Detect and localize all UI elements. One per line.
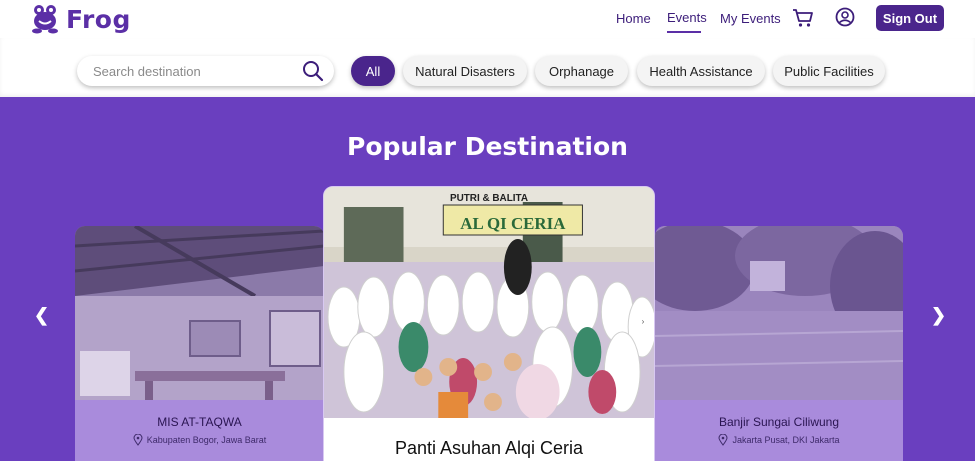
carousel-prev-button[interactable]: ❮ bbox=[34, 305, 49, 326]
brand-logo[interactable]: Frog bbox=[31, 4, 131, 34]
popular-destination-section: Popular Destination ❮ ❯ MIS AT-TAQWA Kab… bbox=[0, 97, 975, 461]
section-title: Popular Destination bbox=[347, 132, 628, 161]
frog-logo-icon bbox=[32, 5, 58, 34]
sign-text: AL QI CERIA bbox=[460, 214, 566, 233]
search-icon[interactable] bbox=[302, 60, 324, 82]
location-pin-icon bbox=[133, 434, 143, 446]
search-box[interactable] bbox=[77, 56, 334, 86]
carousel-next-button[interactable]: ❯ bbox=[931, 305, 946, 326]
search-input[interactable] bbox=[93, 62, 293, 80]
nav-home-link[interactable]: Home bbox=[616, 11, 651, 26]
card-image-orphanage: PUTRI & BALITA AL QI CERIA bbox=[324, 187, 654, 418]
card-location: Kabupaten Bogor, Jawa Barat bbox=[75, 434, 324, 446]
top-navbar: Frog Home Events My Events Sign Out bbox=[0, 0, 975, 38]
card-image-flood bbox=[655, 226, 903, 400]
user-icon[interactable] bbox=[835, 7, 855, 27]
sign-out-button[interactable]: Sign Out bbox=[876, 5, 944, 31]
brand-name: Frog bbox=[66, 4, 131, 34]
card-title: MIS AT-TAQWA bbox=[157, 415, 242, 429]
sign-text-top: PUTRI & BALITA bbox=[450, 193, 528, 204]
destination-card-featured[interactable]: PUTRI & BALITA AL QI CERIA › Panti Asuha… bbox=[323, 186, 655, 461]
destination-card[interactable]: Banjir Sungai Ciliwung Jakarta Pusat, DK… bbox=[655, 226, 903, 461]
card-location-text: Kabupaten Bogor, Jawa Barat bbox=[146, 435, 267, 445]
card-image-classroom bbox=[75, 226, 324, 400]
image-next-arrow[interactable]: › bbox=[637, 315, 649, 327]
nav-events-link[interactable]: Events bbox=[667, 10, 707, 25]
location-pin-icon bbox=[718, 434, 728, 446]
card-location-text: Jakarta Pusat, DKI Jakarta bbox=[732, 435, 840, 445]
card-location: Jakarta Pusat, DKI Jakarta bbox=[655, 434, 903, 446]
filter-chip-public-facilities[interactable]: Public Facilities bbox=[773, 56, 885, 86]
filter-chip-natural-disasters[interactable]: Natural Disasters bbox=[403, 56, 527, 86]
destination-card[interactable]: MIS AT-TAQWA Kabupaten Bogor, Jawa Barat bbox=[75, 226, 324, 461]
filter-bar: All Natural Disasters Orphanage Health A… bbox=[0, 38, 975, 97]
cart-icon[interactable] bbox=[792, 8, 814, 28]
filter-chip-health-assistance[interactable]: Health Assistance bbox=[637, 56, 765, 86]
card-title: Banjir Sungai Ciliwung bbox=[718, 415, 840, 429]
nav-my-events-link[interactable]: My Events bbox=[720, 11, 781, 26]
featured-card-title: Panti Asuhan Alqi Ceria bbox=[394, 438, 584, 458]
active-nav-indicator bbox=[667, 31, 701, 33]
filter-chip-all[interactable]: All bbox=[351, 56, 395, 86]
filter-chip-orphanage[interactable]: Orphanage bbox=[535, 56, 628, 86]
